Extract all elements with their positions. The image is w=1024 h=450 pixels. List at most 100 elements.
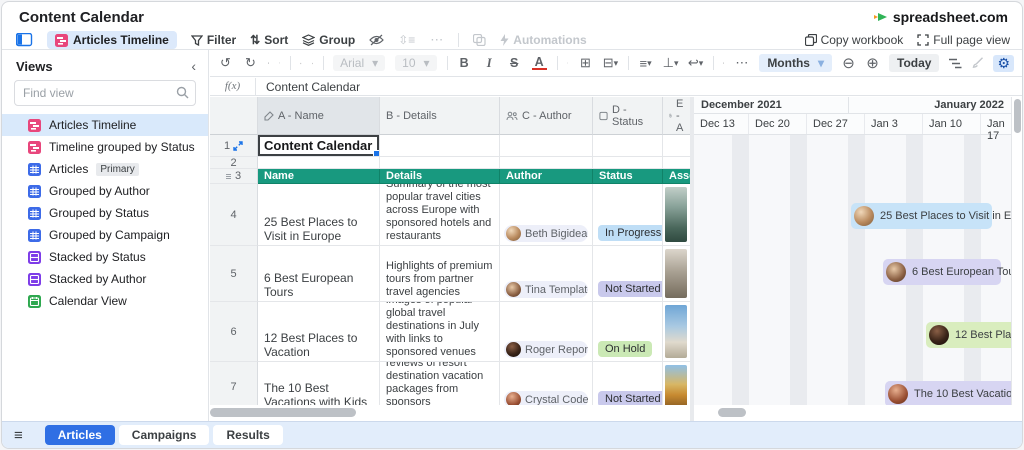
cell[interactable] (500, 135, 593, 157)
forms-icon[interactable] (473, 34, 486, 46)
asset-cell[interactable] (663, 302, 690, 362)
tab-results[interactable]: Results (213, 425, 282, 445)
author-cell[interactable]: Tina Template (500, 246, 593, 302)
sort-button[interactable]: ⇅ Sort (250, 33, 288, 47)
formula-value[interactable]: Content Calendar (256, 80, 360, 94)
filter-button[interactable]: Filter (191, 33, 236, 47)
horizontal-align-icon[interactable]: ≡▾ (638, 56, 653, 71)
row-number-3[interactable]: 3 (210, 169, 258, 184)
zoom-in-icon[interactable]: ⊕ (865, 54, 880, 72)
column-header-e[interactable]: E - A (663, 97, 690, 135)
outdent-icon[interactable] (312, 58, 313, 69)
grid-horizontal-scrollbar[interactable] (210, 408, 690, 417)
expand-record-icon[interactable] (233, 141, 243, 151)
toggle-sidebar-icon[interactable] (16, 33, 33, 47)
column-header-c[interactable]: C - Author (500, 97, 593, 135)
table-header-details[interactable]: Details (380, 169, 500, 184)
today-button[interactable]: Today (889, 54, 939, 72)
cell[interactable] (663, 157, 690, 169)
font-select[interactable]: Arial ▾ (333, 55, 385, 71)
row-number-2[interactable]: 2 (210, 157, 258, 169)
select-all-corner[interactable] (210, 97, 258, 135)
format-brush-icon[interactable] (971, 57, 984, 69)
scrollbar-thumb[interactable] (1014, 99, 1021, 133)
status-cell[interactable]: Not Started (593, 362, 663, 405)
author-cell[interactable]: Beth Bigidea (500, 184, 593, 246)
details-cell[interactable]: Summary of the most popular travel citie… (380, 184, 500, 246)
sidebar-item-stacked-by-status[interactable]: Stacked by Status (2, 246, 208, 268)
full-page-view-button[interactable]: Full page view (917, 33, 1010, 47)
sidebar-item-calendar-view[interactable]: Calendar View (2, 290, 208, 312)
zoom-out-icon[interactable]: ⊖ (841, 54, 856, 72)
timeline-bar[interactable]: 25 Best Places to Visit in Europe (851, 203, 992, 229)
view-more-icon[interactable]: ⋯ (429, 32, 444, 48)
text-color-button[interactable]: A (532, 57, 547, 70)
hide-fields-icon[interactable] (369, 34, 384, 46)
cell[interactable] (593, 135, 663, 157)
sidebar-item-articles[interactable]: Articles Primary (2, 158, 208, 180)
name-cell[interactable]: 12 Best Places to Vacation (258, 302, 380, 362)
copy-workbook-button[interactable]: Copy workbook (805, 33, 904, 47)
find-view-input[interactable] (14, 80, 196, 106)
timeline-vertical-scrollbar[interactable] (1011, 97, 1022, 405)
column-header-d[interactable]: D - Status (593, 97, 663, 135)
row-height-icon[interactable]: ⇳≡ (398, 33, 415, 47)
column-header-a[interactable]: A - Name (258, 97, 380, 135)
row-number-1[interactable]: 1 (210, 135, 258, 157)
cell[interactable] (380, 157, 500, 169)
cell[interactable] (593, 157, 663, 169)
table-header-author[interactable]: Author (500, 169, 593, 184)
toolbar-more-icon[interactable]: ⋯ (734, 55, 749, 71)
timeline-horizontal-scrollbar[interactable] (694, 408, 1009, 417)
borders-icon[interactable]: ⊞ (578, 55, 593, 71)
vertical-align-icon[interactable]: ⊥▾ (663, 55, 678, 71)
fill-color-icon[interactable] (567, 57, 568, 69)
row-number-7[interactable]: 7 (210, 362, 258, 405)
row-number-4[interactable]: 4 (210, 184, 258, 246)
sidebar-item-grouped-by-status[interactable]: Grouped by Status (2, 202, 208, 224)
print-icon[interactable] (268, 57, 269, 69)
status-cell[interactable]: On Hold (593, 302, 663, 362)
details-cell[interactable]: Highlights of premium tours from partner… (380, 246, 500, 302)
details-cell[interactable]: Short overviews and images of popular gl… (380, 302, 500, 362)
timeline-bar[interactable]: The 10 Best Vacations with Kids (885, 381, 1011, 405)
column-header-b[interactable]: B - Details (380, 97, 500, 135)
cell[interactable] (380, 135, 500, 157)
author-cell[interactable]: Crystal Codebase (500, 362, 593, 405)
sidebar-item-stacked-by-author[interactable]: Stacked by Author (2, 268, 208, 290)
table-header-name[interactable]: Name (258, 169, 380, 184)
name-cell[interactable]: The 10 Best Vacations with Kids (258, 362, 380, 405)
cell[interactable] (500, 157, 593, 169)
row-number-5[interactable]: 5 (210, 246, 258, 302)
asset-cell[interactable] (663, 246, 690, 302)
tab-articles[interactable]: Articles (45, 425, 115, 445)
author-cell[interactable]: Roger Reports (500, 302, 593, 362)
merge-cells-icon[interactable]: ⊟▾ (603, 55, 618, 71)
timeline-rows-icon[interactable] (948, 58, 962, 69)
table-header-assets[interactable]: Assets (663, 169, 690, 184)
font-size-select[interactable]: 10 ▾ (395, 55, 436, 71)
asset-cell[interactable] (663, 184, 690, 246)
cell[interactable] (663, 135, 690, 157)
sidebar-item-grouped-by-campaign[interactable]: Grouped by Campaign (2, 224, 208, 246)
sidebar-item-timeline-grouped-by-status[interactable]: Timeline grouped by Status (2, 136, 208, 158)
drag-handle-icon[interactable] (226, 174, 231, 179)
name-cell[interactable]: 25 Best Places to Visit in Europe (258, 184, 380, 246)
status-cell[interactable]: In Progress (593, 184, 663, 246)
sidebar-item-articles-timeline[interactable]: Articles Timeline (2, 114, 208, 136)
paint-format-icon[interactable] (279, 57, 280, 69)
italic-button[interactable]: I (482, 56, 497, 71)
group-button[interactable]: Group (302, 33, 355, 47)
scrollbar-thumb[interactable] (210, 408, 356, 417)
settings-gear-icon[interactable]: ⚙ (993, 55, 1014, 72)
undo-icon[interactable]: ↺ (218, 55, 233, 71)
collapse-sidebar-icon[interactable]: ‹ (191, 58, 196, 74)
text-wrap-icon[interactable]: ↩▾ (688, 55, 703, 71)
bold-button[interactable]: B (457, 56, 472, 70)
timeline-scale-select[interactable]: Months ▾ (759, 54, 832, 72)
redo-icon[interactable]: ↻ (243, 55, 258, 71)
table-header-status[interactable]: Status (593, 169, 663, 184)
insert-chart-icon[interactable] (723, 57, 724, 69)
asset-cell[interactable] (663, 362, 690, 405)
selected-cell-a1[interactable]: Content Calendar (258, 135, 380, 157)
